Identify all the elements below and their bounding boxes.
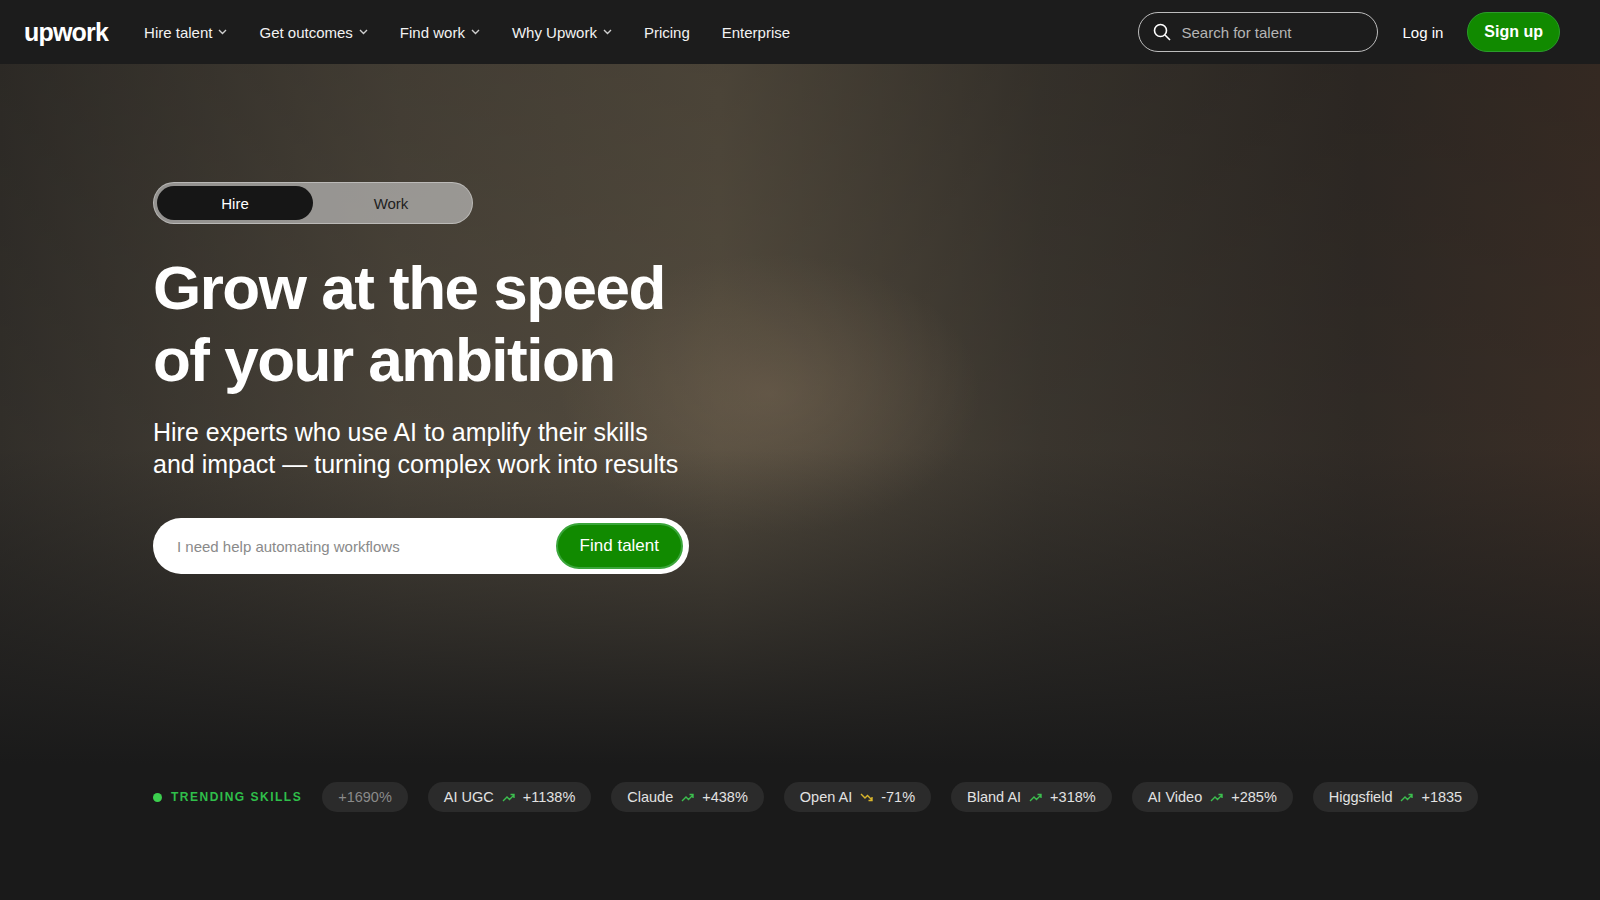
nav-item[interactable]: Why Upwork xyxy=(512,24,612,41)
main-nav: Hire talent Get outcomes Find work Why Upwo… xyxy=(144,24,790,41)
trend-up-icon xyxy=(1210,793,1223,802)
skill-change: -71% xyxy=(881,789,915,805)
trend-up-icon xyxy=(502,793,515,802)
toggle-option[interactable]: Work xyxy=(313,186,469,220)
header-actions: Log in Sign up xyxy=(1138,12,1560,52)
skill-change: +318% xyxy=(1050,789,1096,805)
hero-search: Find talent xyxy=(153,518,689,574)
search-icon xyxy=(1153,23,1171,41)
trending-skills-strip: TRENDING SKILLS +1690% AI UGC +1138% Claude +… xyxy=(0,764,1600,812)
nav-label: Enterprise xyxy=(722,24,790,41)
trend-up-icon xyxy=(1400,793,1413,802)
skill-chip[interactable]: Claude +438% xyxy=(611,782,764,812)
hero-section: HireWork Grow at the speedof your ambitio… xyxy=(0,64,1600,764)
heading-line: Grow at the speed xyxy=(153,252,1600,324)
live-dot-icon xyxy=(153,793,162,802)
nav-label: Pricing xyxy=(644,24,690,41)
skill-change: +438% xyxy=(702,789,748,805)
skill-change: +285% xyxy=(1231,789,1277,805)
find-talent-button[interactable]: Find talent xyxy=(556,523,683,569)
skill-name: Bland AI xyxy=(967,789,1021,805)
top-nav-bar: upwork Hire talent Get outcomes Find work Wh… xyxy=(0,0,1600,64)
chevron-down-icon xyxy=(218,29,227,35)
trending-label: TRENDING SKILLS xyxy=(153,790,302,804)
trend-up-icon xyxy=(681,793,694,802)
subheading-line: and impact — turning complex work into r… xyxy=(153,448,1600,480)
skill-chip[interactable]: +1690% xyxy=(322,782,408,812)
login-link[interactable]: Log in xyxy=(1402,24,1443,41)
skill-change: +1835 xyxy=(1421,789,1462,805)
nav-item[interactable]: Pricing xyxy=(644,24,690,41)
upwork-logo[interactable]: upwork xyxy=(24,18,108,47)
trending-label-text: TRENDING SKILLS xyxy=(171,790,302,804)
skill-chip[interactable]: AI Video +285% xyxy=(1132,782,1293,812)
skill-chip[interactable]: Higgsfield +1835 xyxy=(1313,782,1478,812)
hire-work-toggle: HireWork xyxy=(153,182,473,224)
chevron-down-icon xyxy=(603,29,612,35)
nav-item[interactable]: Find work xyxy=(400,24,480,41)
nav-label: Hire talent xyxy=(144,24,212,41)
nav-item[interactable]: Enterprise xyxy=(722,24,790,41)
nav-item[interactable]: Get outcomes xyxy=(259,24,367,41)
skill-name: Claude xyxy=(627,789,673,805)
nav-label: Find work xyxy=(400,24,465,41)
skill-name: Higgsfield xyxy=(1329,789,1393,805)
skill-chip[interactable]: Bland AI +318% xyxy=(951,782,1112,812)
hero-heading: Grow at the speedof your ambition xyxy=(153,252,1600,396)
hero-subheading: Hire experts who use AI to amplify their… xyxy=(153,416,1600,480)
heading-line: of your ambition xyxy=(153,324,1600,396)
nav-label: Why Upwork xyxy=(512,24,597,41)
skill-chip[interactable]: Open AI -71% xyxy=(784,782,931,812)
skill-change: +1138% xyxy=(523,789,576,805)
skill-name: Open AI xyxy=(800,789,852,805)
hero-search-input[interactable] xyxy=(175,537,546,556)
chevron-down-icon xyxy=(359,29,368,35)
talent-search[interactable] xyxy=(1138,12,1378,52)
subheading-line: Hire experts who use AI to amplify their… xyxy=(153,416,1600,448)
skill-name: AI Video xyxy=(1148,789,1203,805)
signup-button[interactable]: Sign up xyxy=(1467,12,1560,52)
skill-name: AI UGC xyxy=(444,789,494,805)
nav-item[interactable]: Hire talent xyxy=(144,24,227,41)
skill-change: +1690% xyxy=(338,789,392,805)
nav-label: Get outcomes xyxy=(259,24,352,41)
trend-up-icon xyxy=(1029,793,1042,802)
talent-search-input[interactable] xyxy=(1179,23,1363,42)
toggle-option[interactable]: Hire xyxy=(157,186,313,220)
skill-chip[interactable]: AI UGC +1138% xyxy=(428,782,592,812)
chevron-down-icon xyxy=(471,29,480,35)
trend-down-icon xyxy=(860,793,873,802)
